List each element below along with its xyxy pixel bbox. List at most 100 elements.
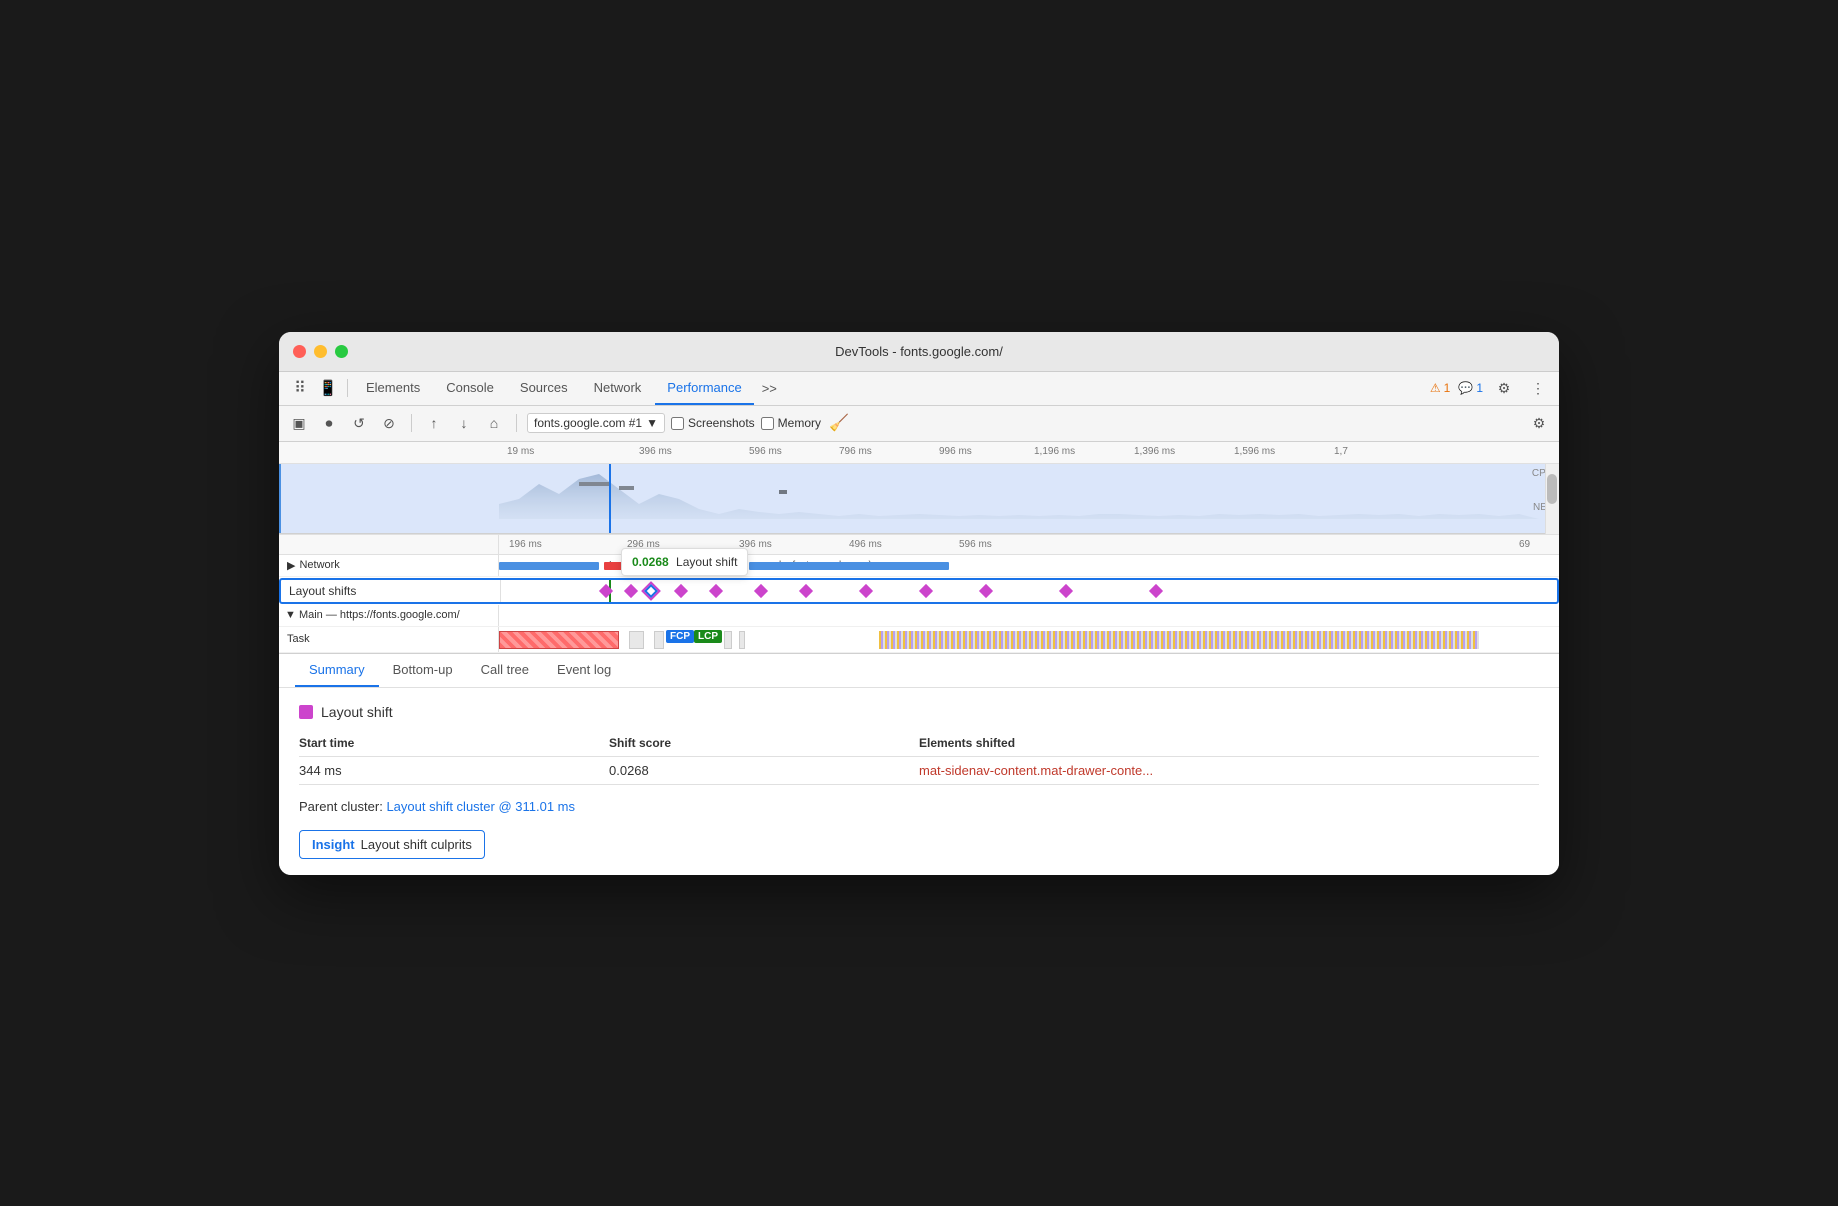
device-toolbar-icon[interactable]: 📱 bbox=[315, 375, 341, 401]
minimize-button[interactable] bbox=[314, 345, 327, 358]
tick-1196ms: 1,196 ms bbox=[1034, 446, 1075, 457]
memory-checkbox[interactable] bbox=[761, 417, 774, 430]
val-elements-shifted[interactable]: mat-sidenav-content.mat-drawer-conte... bbox=[919, 763, 1539, 778]
layout-shifts-track: Layout shifts 0.0268 bbox=[279, 578, 1559, 604]
sep2 bbox=[411, 414, 412, 432]
more-menu-icon[interactable]: ⋮ bbox=[1525, 375, 1551, 401]
event-header: Layout shift bbox=[299, 704, 1539, 720]
diamond-6[interactable] bbox=[754, 583, 768, 597]
tab-sources[interactable]: Sources bbox=[508, 371, 580, 405]
timeline-ruler-top: 19 ms 396 ms 596 ms 796 ms 996 ms 1,196 … bbox=[279, 442, 1559, 464]
short-task-3 bbox=[724, 631, 732, 649]
event-color-swatch bbox=[299, 705, 313, 719]
insight-text: Layout shift culprits bbox=[361, 837, 472, 852]
main-track-content[interactable] bbox=[499, 605, 1559, 626]
tab-event-log[interactable]: Event log bbox=[543, 654, 625, 687]
separator bbox=[347, 379, 348, 397]
gear-icon[interactable]: ⚙ bbox=[1527, 411, 1551, 435]
diamond-11[interactable] bbox=[1059, 583, 1073, 597]
tick-596ms: 596 ms bbox=[749, 446, 782, 457]
clear-icon[interactable]: ⊘ bbox=[377, 411, 401, 435]
warning-icon: ⚠ bbox=[1430, 381, 1441, 395]
warning-badge[interactable]: ⚠ 1 bbox=[1430, 381, 1450, 395]
fcp-badge: FCP bbox=[666, 630, 694, 643]
cleanup-icon[interactable]: 🧹 bbox=[827, 411, 851, 435]
tooltip-score: 0.0268 bbox=[632, 555, 669, 569]
tab-bar: ⠿ 📱 Elements Console Sources Network Per… bbox=[279, 372, 1559, 406]
net-bar-5 bbox=[749, 562, 949, 570]
playhead bbox=[609, 464, 611, 533]
tab-console[interactable]: Console bbox=[434, 371, 506, 405]
memory-checkbox-group: Memory bbox=[761, 416, 821, 430]
screenshots-checkbox-group: Screenshots bbox=[671, 416, 755, 430]
tab-summary[interactable]: Summary bbox=[295, 654, 379, 687]
parent-cluster-row: Parent cluster: Layout shift cluster @ 3… bbox=[299, 799, 1539, 814]
panel-tabs: Summary Bottom-up Call tree Event log bbox=[279, 654, 1559, 688]
event-title: Layout shift bbox=[321, 704, 393, 720]
tab-bottom-up[interactable]: Bottom-up bbox=[379, 654, 467, 687]
tooltip-label: Layout shift bbox=[676, 555, 737, 569]
upload-icon[interactable]: ↑ bbox=[422, 411, 446, 435]
long-task bbox=[499, 631, 619, 649]
diamond-2[interactable] bbox=[624, 583, 638, 597]
diamond-selected[interactable] bbox=[644, 583, 658, 597]
insight-button[interactable]: Insight Layout shift culprits bbox=[299, 830, 485, 859]
download-icon[interactable]: ↓ bbox=[452, 411, 476, 435]
tick-996ms: 996 ms bbox=[939, 446, 972, 457]
diamond-4[interactable] bbox=[674, 583, 688, 597]
table-header: Start time Shift score Elements shifted bbox=[299, 736, 1539, 757]
more-tabs[interactable]: >> bbox=[756, 381, 783, 396]
tick-19ms: 19 ms bbox=[507, 446, 534, 457]
parent-cluster-link[interactable]: Layout shift cluster @ 311.01 ms bbox=[386, 799, 575, 814]
window-controls bbox=[293, 345, 348, 358]
record-icon[interactable]: ⏺ bbox=[317, 411, 341, 435]
tick-396ms: 396 ms bbox=[639, 446, 672, 457]
colored-task-block bbox=[879, 631, 1479, 649]
maximize-button[interactable] bbox=[335, 345, 348, 358]
layout-shifts-label: Layout shifts bbox=[281, 580, 501, 602]
main-track-row: ▼ Main — https://fonts.google.com/ bbox=[279, 605, 1559, 627]
info-icon: 💬 bbox=[1458, 381, 1473, 395]
val-start-time: 344 ms bbox=[299, 763, 609, 778]
diamond-8[interactable] bbox=[859, 583, 873, 597]
screenshots-checkbox[interactable] bbox=[671, 417, 684, 430]
triangle-icon: ▶ bbox=[287, 559, 295, 572]
info-badge[interactable]: 💬 1 bbox=[1458, 381, 1483, 395]
tab-network[interactable]: Network bbox=[582, 371, 654, 405]
tab-performance[interactable]: Performance bbox=[655, 371, 753, 405]
window-title: DevTools - fonts.google.com/ bbox=[835, 344, 1003, 359]
data-table: Start time Shift score Elements shifted … bbox=[299, 736, 1539, 785]
task-content[interactable]: FCP LCP bbox=[499, 627, 1559, 652]
panel-content: Layout shift Start time Shift score Elem… bbox=[279, 688, 1559, 875]
diamond-12[interactable] bbox=[1149, 583, 1163, 597]
settings-icon[interactable]: ⚙ bbox=[1491, 375, 1517, 401]
layout-shifts-content[interactable]: 0.0268 Layout shift bbox=[501, 580, 1557, 602]
timeline-scrollbar[interactable] bbox=[1545, 464, 1559, 534]
titlebar: DevTools - fonts.google.com/ bbox=[279, 332, 1559, 372]
tab-elements[interactable]: Elements bbox=[354, 371, 432, 405]
diamond-7[interactable] bbox=[799, 583, 813, 597]
diamond-9[interactable] bbox=[919, 583, 933, 597]
network-track-row: ▶ Network Lar Fan l... fonts.google.com) bbox=[279, 555, 1559, 577]
url-selector[interactable]: fonts.google.com #1 ▼ bbox=[527, 413, 665, 433]
diamond-5[interactable] bbox=[709, 583, 723, 597]
tab-call-tree[interactable]: Call tree bbox=[467, 654, 543, 687]
bottom-panel: Summary Bottom-up Call tree Event log La… bbox=[279, 653, 1559, 875]
val-shift-score: 0.0268 bbox=[609, 763, 919, 778]
selection-overlay bbox=[279, 464, 1559, 533]
reload-icon[interactable]: ↺ bbox=[347, 411, 371, 435]
timeline-overview[interactable]: CPU NET bbox=[279, 464, 1559, 534]
tab-right-area: ⚠ 1 💬 1 ⚙ ⋮ bbox=[1430, 375, 1551, 401]
home-icon[interactable]: ⌂ bbox=[482, 411, 506, 435]
tick-17: 1,7 bbox=[1334, 446, 1348, 457]
sidebar-toggle-icon[interactable]: ▣ bbox=[287, 411, 311, 435]
close-button[interactable] bbox=[293, 345, 306, 358]
main-track-text: ▼ Main — https://fonts.google.com/ bbox=[285, 609, 460, 621]
network-track-label: ▶ Network bbox=[279, 555, 499, 576]
col-start-time: Start time bbox=[299, 736, 609, 750]
scrollbar-thumb[interactable] bbox=[1547, 474, 1557, 504]
warning-count: 1 bbox=[1444, 381, 1451, 395]
devtools-icon[interactable]: ⠿ bbox=[287, 375, 313, 401]
tick-1396ms: 1,396 ms bbox=[1134, 446, 1175, 457]
diamond-10[interactable] bbox=[979, 583, 993, 597]
